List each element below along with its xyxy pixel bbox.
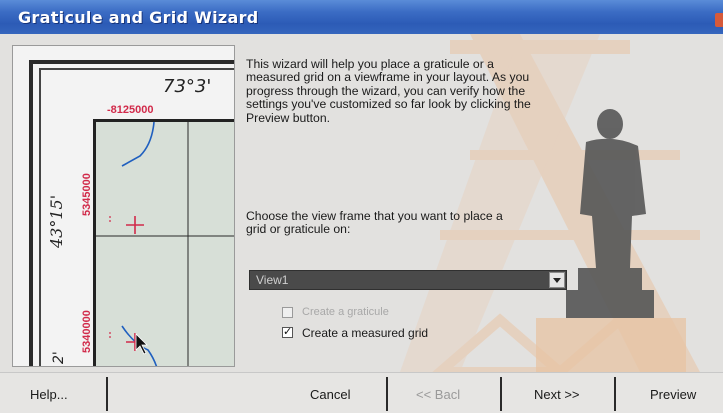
latitude-label: 43°15' (47, 194, 66, 248)
cursor-icon (135, 333, 148, 355)
grid-preview-pane: 73°3' 43°15' -8125000 5345000 5340000 2' (12, 45, 235, 367)
view-frame-select-value: View1 (256, 273, 289, 287)
map-thumbnail (93, 119, 234, 366)
chevron-down-icon[interactable] (549, 272, 565, 288)
button-divider (500, 377, 502, 411)
river-line-lower (121, 325, 158, 366)
create-graticule-label: Create a graticule (302, 306, 389, 318)
northing-label: 5345000 (81, 173, 93, 216)
button-divider (386, 377, 388, 411)
northing-label: 5340000 (81, 310, 93, 353)
next-button[interactable]: Next >> (534, 378, 604, 410)
view-frame-select[interactable]: View1 (249, 270, 567, 290)
cancel-button[interactable]: Cancel (310, 378, 380, 410)
preview-button[interactable]: Preview (650, 378, 720, 410)
create-grid-checkbox[interactable] (282, 325, 293, 338)
corner-coordinate-label: 2' (51, 351, 67, 364)
back-button[interactable]: << Bacl (416, 378, 496, 410)
map-features (96, 122, 234, 366)
river-line-upper (121, 122, 155, 167)
wizard-description: This wizard will help you place a gratic… (246, 57, 531, 125)
button-divider (614, 377, 616, 411)
create-grid-label: Create a measured grid (302, 326, 429, 340)
button-divider (106, 377, 108, 411)
view-frame-prompt: Choose the view frame that you want to p… (246, 209, 503, 237)
grid-tick-cross (126, 216, 144, 234)
create-graticule-checkbox[interactable] (282, 307, 293, 318)
button-bar: Help... Cancel << Bacl Next >> Preview (0, 372, 723, 413)
easting-label: -8125000 (107, 104, 154, 116)
help-button[interactable]: Help... (30, 378, 110, 410)
longitude-label: 73°3' (163, 76, 212, 97)
